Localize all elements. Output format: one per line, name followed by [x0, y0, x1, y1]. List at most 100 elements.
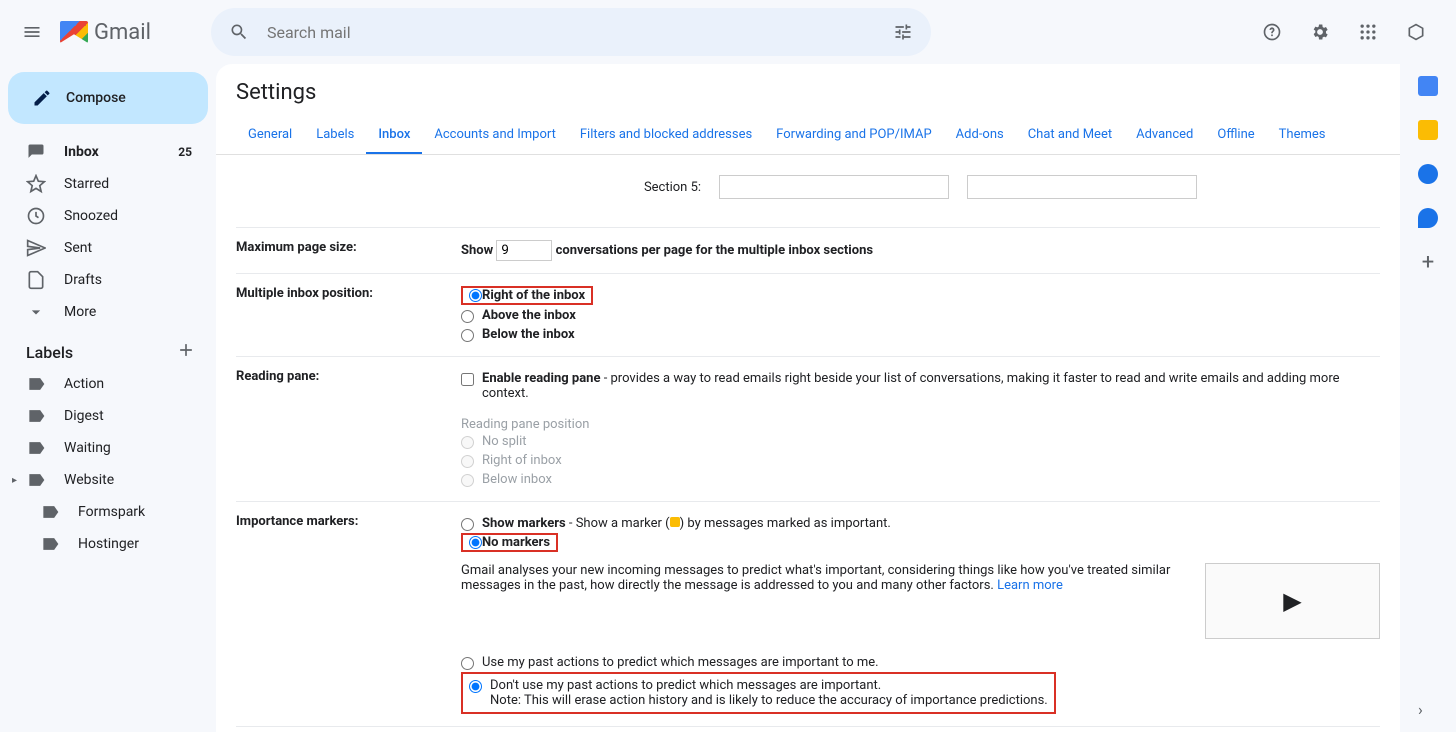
- sidebar-item-inbox[interactable]: Inbox 25: [0, 136, 216, 168]
- enable-reading-pane-checkbox[interactable]: [461, 373, 474, 386]
- compose-button[interactable]: Compose: [8, 72, 208, 124]
- section-5-input-left[interactable]: [719, 175, 949, 199]
- main-menu-button[interactable]: [8, 8, 56, 56]
- tasks-app-icon[interactable]: [1418, 164, 1438, 184]
- top-icons: [1252, 12, 1448, 52]
- sidebar-item-starred[interactable]: Starred: [0, 168, 216, 200]
- rp-below-label: Below inbox: [482, 472, 1380, 487]
- account-button[interactable]: [1396, 12, 1436, 52]
- settings-tabs: General Labels Inbox Accounts and Import…: [216, 117, 1400, 155]
- gear-icon: [1310, 22, 1330, 42]
- settings-button[interactable]: [1300, 12, 1340, 52]
- tune-icon: [893, 22, 913, 42]
- search-options-button[interactable]: [883, 22, 923, 42]
- calendar-app-icon[interactable]: [1418, 76, 1438, 96]
- show-label: Show: [461, 243, 493, 258]
- apps-grid-icon: [1358, 22, 1378, 42]
- multi-position-below-label: Below the inbox: [482, 327, 1380, 342]
- compose-label: Compose: [66, 90, 126, 106]
- tab-inbox[interactable]: Inbox: [366, 117, 422, 154]
- top-bar: Gmail: [0, 0, 1456, 64]
- sidebar-item-label: Drafts: [64, 272, 102, 288]
- hamburger-icon: [22, 22, 42, 42]
- enable-reading-pane-label: Enable reading pane: [482, 371, 600, 386]
- support-button[interactable]: [1252, 12, 1292, 52]
- tab-filters[interactable]: Filters and blocked addresses: [568, 117, 764, 154]
- reading-pane-position-header: Reading pane position: [461, 417, 1380, 432]
- search-bar[interactable]: [211, 8, 931, 56]
- labels-header-text: Labels: [26, 343, 73, 362]
- rp-nosplit-radio: [461, 436, 474, 449]
- show-markers-desc1: - Show a marker (: [566, 516, 670, 531]
- tab-addons[interactable]: Add-ons: [944, 117, 1016, 154]
- label-icon: [40, 502, 60, 522]
- label-icon: [26, 406, 46, 426]
- section-5-input-right[interactable]: [967, 175, 1197, 199]
- gmail-logo-text: Gmail: [94, 20, 151, 45]
- dont-use-past-label: Don't use my past actions to predict whi…: [490, 678, 881, 693]
- tab-chat[interactable]: Chat and Meet: [1016, 117, 1124, 154]
- label-icon: [40, 534, 60, 554]
- importance-markers-label: Importance markers:: [236, 514, 461, 714]
- use-past-radio[interactable]: [461, 657, 474, 670]
- rp-right-label: Right of inbox: [482, 453, 1380, 468]
- search-wrap: [211, 8, 931, 56]
- rp-nosplit-label: No split: [482, 434, 1380, 449]
- sidebar-item-label: Sent: [64, 240, 92, 256]
- sidebar-item-label: More: [64, 304, 96, 320]
- contacts-app-icon[interactable]: [1418, 208, 1438, 228]
- rp-right-radio: [461, 455, 474, 468]
- page-size-input[interactable]: [496, 240, 552, 261]
- sidebar-item-snoozed[interactable]: Snoozed: [0, 200, 216, 232]
- tab-forwarding[interactable]: Forwarding and POP/IMAP: [764, 117, 944, 154]
- reading-pane-label: Reading pane:: [236, 369, 461, 489]
- settings-title: Settings: [216, 64, 1400, 117]
- file-icon: [26, 270, 46, 290]
- label-digest[interactable]: Digest: [0, 400, 216, 432]
- label-action[interactable]: Action: [0, 368, 216, 400]
- gmail-logo[interactable]: Gmail: [60, 20, 151, 45]
- label-icon: [26, 438, 46, 458]
- label-text: Website: [64, 472, 114, 488]
- no-markers-radio[interactable]: [469, 536, 482, 549]
- tab-offline[interactable]: Offline: [1205, 117, 1266, 154]
- tab-advanced[interactable]: Advanced: [1124, 117, 1205, 154]
- apps-button[interactable]: [1348, 12, 1388, 52]
- learn-more-link[interactable]: Learn more: [997, 578, 1063, 593]
- label-waiting[interactable]: Waiting: [0, 432, 216, 464]
- label-website[interactable]: Website: [0, 464, 216, 496]
- dont-use-past-note: Note: This will erase action history and…: [490, 693, 1048, 708]
- collapse-panel-button[interactable]: ›: [1418, 700, 1438, 720]
- sidebar-item-more[interactable]: More: [0, 296, 216, 328]
- tab-accounts[interactable]: Accounts and Import: [422, 117, 567, 154]
- pencil-icon: [32, 88, 52, 108]
- sidebar-item-label: Starred: [64, 176, 109, 192]
- dont-use-past-radio[interactable]: [469, 680, 482, 693]
- label-text: Digest: [64, 408, 104, 424]
- inbox-icon: [26, 142, 46, 162]
- send-icon: [26, 238, 46, 258]
- label-hostinger[interactable]: Hostinger: [0, 528, 216, 560]
- gmail-logo-icon: [60, 21, 88, 43]
- sidebar-item-sent[interactable]: Sent: [0, 232, 216, 264]
- multi-position-right-radio[interactable]: [469, 289, 482, 302]
- multi-position-above-radio[interactable]: [461, 310, 474, 323]
- add-app-button[interactable]: +: [1418, 252, 1438, 272]
- max-page-size-label: Maximum page size:: [236, 240, 461, 261]
- show-markers-desc2: ) by messages marked as important.: [680, 516, 891, 531]
- importance-video-thumb[interactable]: ▶: [1205, 563, 1380, 639]
- sidebar-item-drafts[interactable]: Drafts: [0, 264, 216, 296]
- label-text: Hostinger: [78, 536, 139, 552]
- tab-general[interactable]: General: [236, 117, 304, 154]
- show-markers-radio[interactable]: [461, 518, 474, 531]
- sidebar-item-label: Inbox: [64, 144, 99, 160]
- section-5-row: Section 5:: [461, 167, 1380, 215]
- multi-position-below-radio[interactable]: [461, 329, 474, 342]
- keep-app-icon[interactable]: [1418, 120, 1438, 140]
- tab-labels[interactable]: Labels: [304, 117, 366, 154]
- add-label-button[interactable]: [176, 340, 196, 364]
- search-input[interactable]: [259, 23, 883, 42]
- label-icon: [26, 470, 46, 490]
- label-formspark[interactable]: Formspark: [0, 496, 216, 528]
- tab-themes[interactable]: Themes: [1267, 117, 1338, 154]
